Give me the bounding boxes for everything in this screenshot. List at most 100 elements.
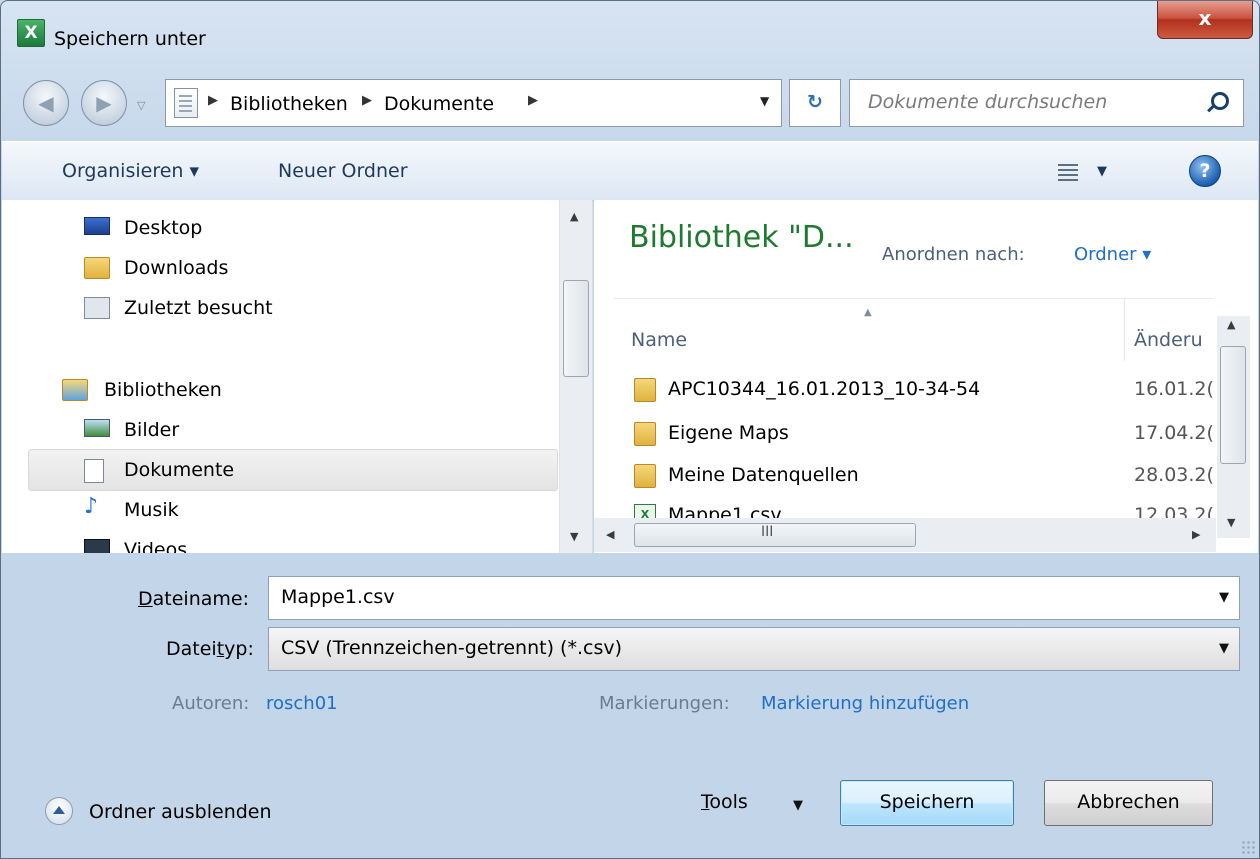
collapse-up-icon bbox=[45, 797, 73, 825]
organize-menu-button[interactable]: Organisieren ▾ bbox=[62, 160, 199, 182]
arrange-by-label: Anordnen nach: bbox=[882, 244, 1025, 265]
command-bar: Organisieren ▾ Neuer Ordner ▼ ? bbox=[2, 141, 1258, 201]
back-button[interactable]: ◀ bbox=[23, 80, 69, 126]
nav-item-documents[interactable]: Dokumente bbox=[28, 449, 558, 491]
help-icon[interactable]: ? bbox=[1189, 155, 1221, 187]
filetype-value: CSV (Trennzeichen-getrennt) (*.csv) bbox=[281, 637, 622, 659]
nav-item-downloads[interactable]: Downloads bbox=[2, 248, 558, 288]
nav-item-label: Downloads bbox=[124, 257, 229, 279]
documents-icon bbox=[84, 459, 104, 483]
save-button[interactable]: Speichern bbox=[840, 780, 1014, 826]
library-title: Bibliothek "D... bbox=[629, 220, 854, 255]
resize-grip-icon[interactable] bbox=[1241, 840, 1255, 854]
folder-icon bbox=[634, 378, 656, 402]
nav-item-label: Dokumente bbox=[124, 459, 235, 481]
view-options-dropdown-icon[interactable]: ▼ bbox=[1097, 164, 1107, 179]
nav-item-label: Desktop bbox=[124, 217, 203, 239]
file-row[interactable]: X Mappe1.csv 12.03.2( bbox=[614, 496, 1214, 518]
forward-button[interactable]: ▶ bbox=[81, 80, 127, 126]
sort-ascending-icon: ▲ bbox=[864, 307, 872, 318]
scroll-down-icon[interactable]: ▼ bbox=[1227, 516, 1235, 529]
change-view-icon[interactable] bbox=[1058, 164, 1078, 182]
scroll-left-icon[interactable]: ◀ bbox=[606, 528, 614, 541]
arrange-by-dropdown[interactable]: Ordner ▾ bbox=[1074, 244, 1151, 265]
save-as-dialog: X Speichern unter x ◀ ▶ ▽ ▶ Bibliotheken… bbox=[0, 0, 1260, 859]
scrollbar-thumb[interactable] bbox=[1220, 346, 1246, 464]
authors-value[interactable]: rosch01 bbox=[266, 693, 338, 714]
file-list-pane[interactable]: Bibliothek "D... Anordnen nach: Ordner ▾… bbox=[594, 200, 1258, 553]
desktop-icon bbox=[84, 217, 110, 235]
filetype-dropdown-icon[interactable]: ▼ bbox=[1219, 641, 1229, 656]
scroll-down-icon[interactable]: ▼ bbox=[570, 530, 578, 543]
navigation-pane[interactable]: Desktop Downloads Zuletzt besucht Biblio… bbox=[2, 200, 593, 553]
nav-item-recent[interactable]: Zuletzt besucht bbox=[2, 288, 558, 328]
file-name: APC10344_16.01.2013_10-34-54 bbox=[668, 378, 981, 400]
data-sources-folder-icon bbox=[634, 464, 656, 488]
breadcrumb-dokumente[interactable]: Dokumente bbox=[384, 93, 494, 115]
file-date: 16.01.2( bbox=[1134, 378, 1214, 400]
address-bar[interactable]: ▶ Bibliotheken ▶ Dokumente ▶ ▼ bbox=[165, 79, 782, 127]
column-header-date[interactable]: Änderu bbox=[1134, 329, 1203, 351]
filename-input[interactable] bbox=[269, 577, 1181, 617]
refresh-button[interactable]: ↻ bbox=[789, 79, 841, 127]
scrollbar-thumb[interactable] bbox=[563, 280, 589, 377]
address-history-dropdown-icon[interactable]: ▼ bbox=[760, 94, 769, 108]
nav-item-label: Bilder bbox=[124, 419, 180, 441]
scroll-up-icon[interactable]: ▲ bbox=[1227, 318, 1235, 331]
excel-app-icon: X bbox=[17, 19, 45, 47]
filetype-select[interactable]: CSV (Trennzeichen-getrennt) (*.csv) ▼ bbox=[268, 627, 1240, 671]
file-date: 28.03.2( bbox=[1134, 464, 1214, 486]
nav-item-label: Zuletzt besucht bbox=[124, 297, 273, 319]
hide-folders-toggle[interactable]: Ordner ausblenden bbox=[45, 797, 305, 827]
cancel-button[interactable]: Abbrechen bbox=[1044, 780, 1213, 826]
breadcrumb-separator-icon[interactable]: ▶ bbox=[362, 93, 372, 108]
column-header-name[interactable]: Name bbox=[631, 329, 687, 351]
title-bar: X Speichern unter x bbox=[1, 1, 1259, 81]
tags-label: Markierungen: bbox=[599, 693, 730, 714]
add-tag-link[interactable]: Markierung hinzufügen bbox=[761, 693, 969, 714]
tools-dropdown-icon[interactable]: ▼ bbox=[793, 798, 803, 813]
file-list-horizontal-scrollbar[interactable]: ◀ III ▶ bbox=[594, 518, 1216, 552]
scrollbar-grip: III bbox=[761, 524, 774, 540]
nav-item-libraries[interactable]: Bibliotheken bbox=[2, 370, 558, 410]
nav-item-pictures[interactable]: Bilder bbox=[2, 410, 558, 450]
file-row[interactable]: APC10344_16.01.2013_10-34-54 16.01.2( bbox=[614, 370, 1214, 408]
breadcrumb-bibliotheken[interactable]: Bibliotheken bbox=[230, 93, 348, 115]
music-icon: ♪ bbox=[84, 494, 99, 519]
file-date: 17.04.2( bbox=[1134, 422, 1214, 444]
recent-places-icon bbox=[84, 297, 110, 319]
excel-csv-file-icon: X bbox=[634, 504, 656, 518]
tools-menu-button[interactable]: Tools bbox=[701, 791, 748, 813]
search-box[interactable] bbox=[849, 79, 1244, 127]
nav-item-videos[interactable]: Videos bbox=[2, 530, 558, 553]
back-arrow-icon: ◀ bbox=[38, 91, 54, 115]
scrollbar-thumb[interactable]: III bbox=[634, 523, 916, 547]
search-icon[interactable] bbox=[1211, 92, 1229, 110]
file-date: 12.03.2( bbox=[1134, 504, 1214, 518]
libraries-icon bbox=[62, 379, 88, 401]
filename-history-dropdown-icon[interactable]: ▼ bbox=[1219, 590, 1229, 605]
filename-field[interactable]: ▼ bbox=[268, 576, 1240, 620]
scroll-right-icon[interactable]: ▶ bbox=[1192, 528, 1200, 541]
nav-item-label: Videos bbox=[124, 539, 188, 553]
window-title: Speichern unter bbox=[54, 28, 206, 50]
scroll-up-icon[interactable]: ▲ bbox=[570, 210, 578, 223]
column-divider[interactable] bbox=[1124, 299, 1125, 361]
recent-locations-dropdown-icon[interactable]: ▽ bbox=[137, 99, 145, 112]
file-name: Eigene Maps bbox=[668, 422, 789, 444]
new-folder-button[interactable]: Neuer Ordner bbox=[278, 160, 408, 182]
hide-folders-label: Ordner ausblenden bbox=[89, 801, 272, 823]
breadcrumb-separator-icon[interactable]: ▶ bbox=[528, 93, 538, 108]
file-list-vertical-scrollbar[interactable]: ▲ ▼ bbox=[1217, 316, 1250, 538]
nav-item-desktop[interactable]: Desktop bbox=[2, 208, 558, 248]
nav-item-label: Bibliotheken bbox=[104, 379, 222, 401]
filename-label: Dateiname: bbox=[138, 588, 249, 610]
nav-item-music[interactable]: ♪ Musik bbox=[2, 490, 558, 530]
nav-pane-scrollbar[interactable]: ▲ ▼ bbox=[559, 200, 592, 553]
close-button[interactable]: x bbox=[1157, 1, 1253, 39]
file-row[interactable]: Meine Datenquellen 28.03.2( bbox=[614, 456, 1214, 494]
breadcrumb-separator-icon[interactable]: ▶ bbox=[208, 93, 218, 108]
file-row[interactable]: Eigene Maps 17.04.2( bbox=[614, 414, 1214, 452]
forward-arrow-icon: ▶ bbox=[96, 91, 112, 115]
search-input[interactable] bbox=[850, 80, 1208, 124]
